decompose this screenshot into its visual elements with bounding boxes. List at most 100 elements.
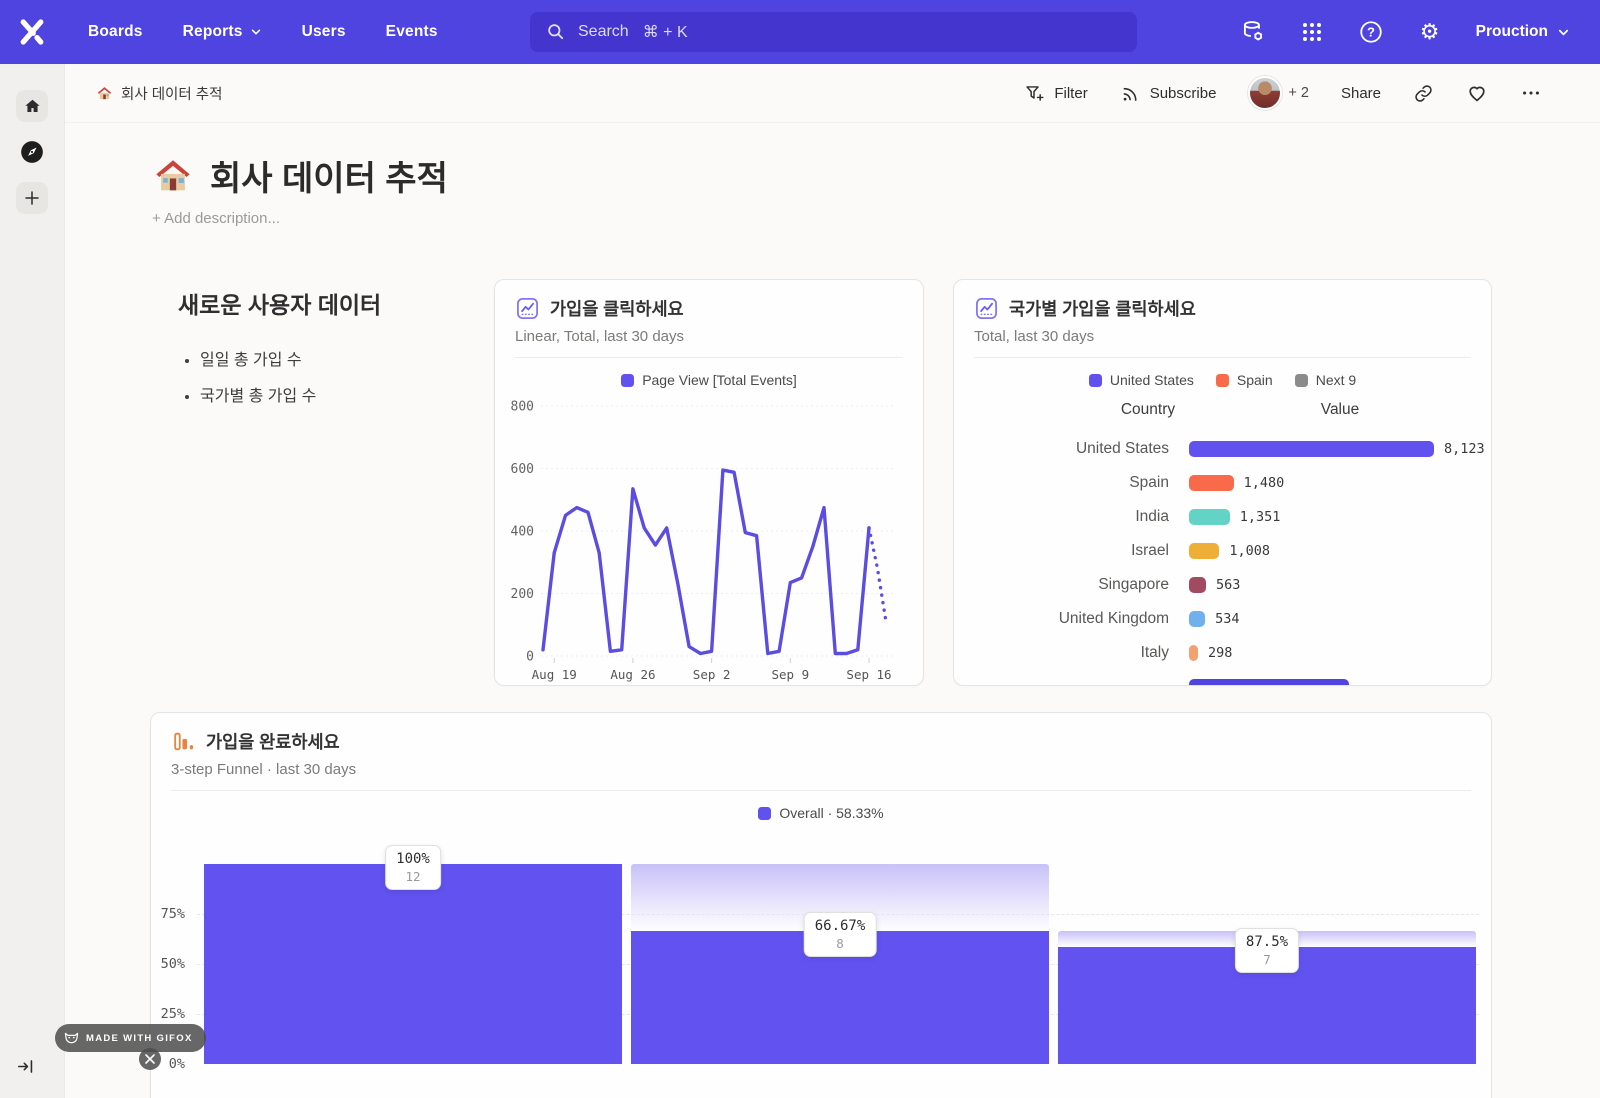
card-title: 국가별 가입을 클릭하세요 bbox=[1009, 296, 1196, 321]
board-members[interactable]: + 2 bbox=[1248, 76, 1309, 110]
breadcrumb-label: 회사 데이터 추적 bbox=[121, 83, 222, 104]
legend-swatch bbox=[1295, 374, 1308, 387]
value-label: 1,351 bbox=[1240, 509, 1281, 525]
sidebar-create-button[interactable] bbox=[16, 182, 48, 214]
nav-boards[interactable]: Boards bbox=[88, 23, 143, 41]
table-row[interactable] bbox=[974, 670, 1471, 686]
nav-users[interactable]: Users bbox=[302, 23, 346, 41]
legend-label: Page View [Total Events] bbox=[642, 372, 797, 388]
conversion-count: 12 bbox=[396, 869, 430, 884]
country-label: Israel bbox=[974, 542, 1169, 560]
gifox-badge-label: MADE WITH GIFOX bbox=[86, 1033, 193, 1044]
legend-item[interactable]: Spain bbox=[1216, 372, 1273, 388]
country-label: Spain bbox=[974, 474, 1169, 492]
board-header: 회사 데이터 추적 + Add description... bbox=[152, 151, 1600, 227]
text-card[interactable]: 새로운 사용자 데이터 일일 총 가입 수 국가별 총 가입 수 bbox=[178, 286, 488, 418]
help-button[interactable]: ? bbox=[1358, 19, 1384, 45]
expand-sidebar-icon bbox=[16, 1057, 35, 1076]
topbar-actions: ? ⚙ Prouction bbox=[1240, 0, 1600, 64]
divider bbox=[974, 357, 1471, 358]
gifox-badge[interactable]: MADE WITH GIFOX bbox=[55, 1024, 206, 1052]
sidebar-discover-button[interactable] bbox=[16, 136, 48, 168]
search-placeholder: Search bbox=[578, 23, 629, 41]
table-row[interactable]: United Kingdom534 bbox=[974, 602, 1471, 636]
nav-events[interactable]: Events bbox=[386, 23, 438, 41]
project-name: Prouction bbox=[1476, 23, 1548, 41]
mixpanel-logo[interactable] bbox=[0, 17, 64, 47]
legend-item[interactable]: Next 9 bbox=[1295, 372, 1356, 388]
top-navigation-bar: Boards Reports Users Events Search ⌘ + K bbox=[0, 0, 1600, 64]
country-label: Italy bbox=[974, 644, 1169, 662]
breadcrumb[interactable]: 회사 데이터 추적 bbox=[96, 83, 222, 104]
share-button[interactable]: Share bbox=[1341, 85, 1381, 102]
country-card-header[interactable]: 국가별 가입을 클릭하세요 bbox=[974, 296, 1471, 321]
gifox-close-button[interactable] bbox=[139, 1048, 161, 1070]
legend-item[interactable]: United States bbox=[1089, 372, 1194, 388]
data-management-button[interactable] bbox=[1240, 19, 1266, 45]
legend-swatch bbox=[621, 374, 634, 387]
value-label: 534 bbox=[1215, 611, 1239, 627]
sidebar-home-button[interactable] bbox=[16, 90, 48, 122]
card-title: 가입을 클릭하세요 bbox=[550, 296, 684, 321]
value-label: 8,123 bbox=[1444, 441, 1485, 457]
country-chart-card[interactable]: 국가별 가입을 클릭하세요 Total, last 30 days United… bbox=[953, 279, 1492, 686]
heart-icon bbox=[1466, 82, 1488, 104]
country-chart-legend: United States Spain Next 9 bbox=[974, 372, 1471, 388]
funnel-chart-card[interactable]: 가입을 완료하세요 3-step Funnel · last 30 days O… bbox=[150, 712, 1492, 1098]
line-chart-icon bbox=[515, 296, 540, 321]
line-chart-plot[interactable]: 0200400600800Aug 19Aug 26Sep 2Sep 9Sep 1… bbox=[497, 390, 917, 686]
chevron-down-icon bbox=[250, 26, 262, 38]
grid-dots-icon bbox=[1300, 20, 1324, 44]
left-sidebar bbox=[0, 64, 65, 1098]
more-members-count: + 2 bbox=[1288, 85, 1309, 101]
copy-link-button[interactable] bbox=[1413, 83, 1434, 104]
nav-reports[interactable]: Reports bbox=[183, 23, 262, 41]
line-chart-legend[interactable]: Page View [Total Events] bbox=[515, 372, 903, 388]
table-row[interactable]: United States8,123 bbox=[974, 432, 1471, 466]
country-label: Singapore bbox=[974, 576, 1169, 594]
table-row[interactable]: Spain1,480 bbox=[974, 466, 1471, 500]
page-title[interactable]: 회사 데이터 추적 bbox=[210, 151, 448, 200]
table-row[interactable]: Italy298 bbox=[974, 636, 1471, 670]
svg-text:600: 600 bbox=[511, 462, 534, 477]
value-bar bbox=[1189, 543, 1219, 559]
text-card-list: 일일 총 가입 수 국가별 총 가입 수 bbox=[178, 346, 488, 406]
conversion-tooltip: 66.67%8 bbox=[804, 912, 877, 957]
value-label: 1,008 bbox=[1229, 543, 1270, 559]
compass-icon bbox=[19, 139, 45, 165]
y-axis-label: 25% bbox=[151, 1006, 185, 1022]
more-options-button[interactable] bbox=[1520, 82, 1542, 104]
legend-label: Spain bbox=[1237, 372, 1273, 388]
table-row[interactable]: Israel 1,008 bbox=[974, 534, 1471, 568]
table-row[interactable]: Singapore563 bbox=[974, 568, 1471, 602]
funnel-plot[interactable]: 75%50%25%0%100%1266.67%887.5%7 bbox=[151, 713, 1491, 1098]
funnel-bar[interactable] bbox=[204, 864, 622, 1064]
value-bar bbox=[1189, 509, 1230, 525]
filter-funnel-icon bbox=[1024, 83, 1045, 104]
search-input[interactable]: Search ⌘ + K bbox=[530, 12, 1137, 52]
link-icon bbox=[1413, 83, 1434, 104]
settings-button[interactable]: ⚙ bbox=[1417, 19, 1443, 45]
nav-boards-label: Boards bbox=[88, 23, 143, 41]
search-shortcut: ⌘ + K bbox=[643, 22, 688, 42]
line-chart-card[interactable]: 가입을 클릭하세요 Linear, Total, last 30 days Pa… bbox=[494, 279, 924, 686]
nav-events-label: Events bbox=[386, 23, 438, 41]
favorite-button[interactable] bbox=[1466, 82, 1488, 104]
add-description-button[interactable]: + Add description... bbox=[152, 210, 1600, 227]
filter-label: Filter bbox=[1054, 85, 1087, 102]
svg-text:0: 0 bbox=[526, 650, 534, 665]
subscribe-button[interactable]: Subscribe bbox=[1120, 83, 1217, 104]
value-bar bbox=[1189, 577, 1206, 593]
apps-grid-button[interactable] bbox=[1299, 19, 1325, 45]
home-icon bbox=[23, 97, 42, 116]
table-row[interactable]: India1,351 bbox=[974, 500, 1471, 534]
toolbar-actions: Filter Subscribe + 2 Share bbox=[1024, 76, 1542, 110]
project-switcher[interactable]: Prouction bbox=[1476, 23, 1570, 41]
line-card-header[interactable]: 가입을 클릭하세요 bbox=[515, 296, 903, 321]
svg-text:Sep 16: Sep 16 bbox=[846, 667, 891, 682]
filter-button[interactable]: Filter bbox=[1024, 83, 1087, 104]
sidebar-collapse-button[interactable] bbox=[16, 1057, 35, 1076]
gear-icon: ⚙ bbox=[1420, 21, 1440, 43]
subscribe-label: Subscribe bbox=[1150, 85, 1217, 102]
legend-label: United States bbox=[1110, 372, 1194, 388]
